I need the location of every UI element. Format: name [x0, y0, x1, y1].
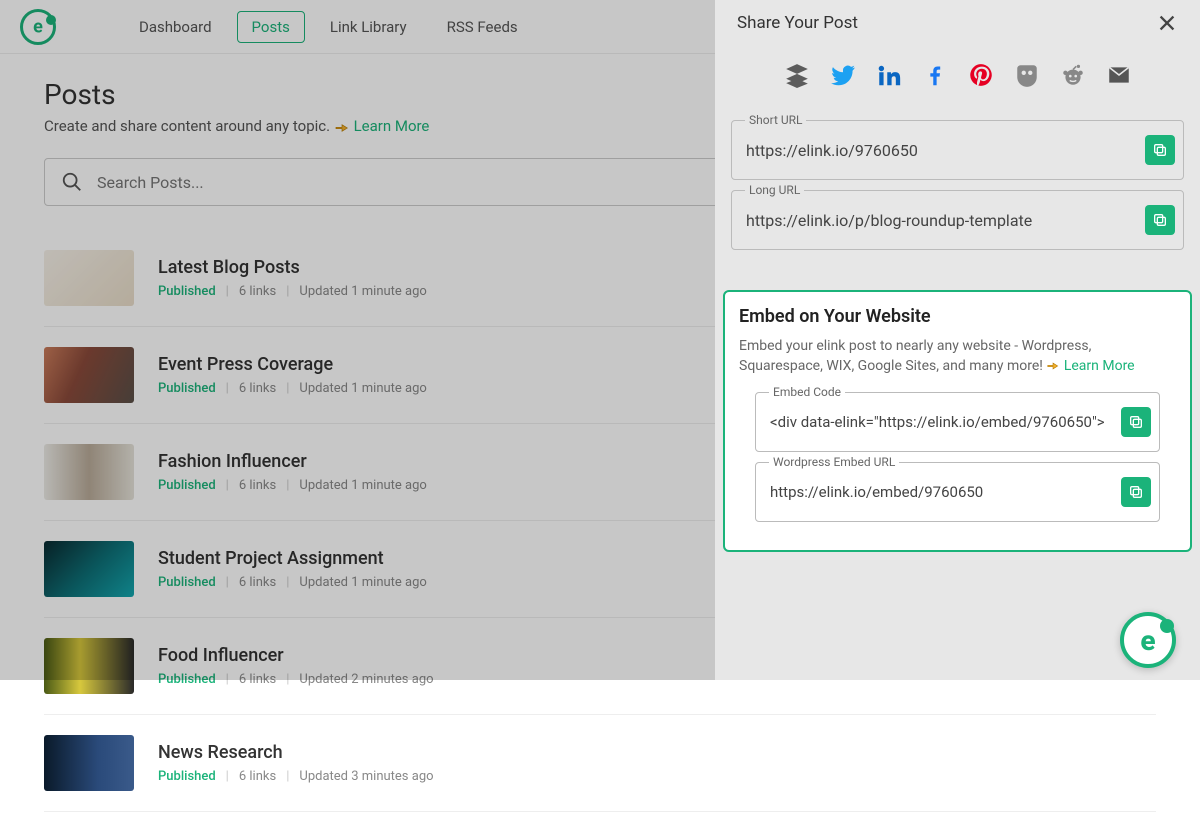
hootsuite-icon[interactable]	[1014, 62, 1040, 92]
share-panel: Share Your Post Short URL https://elink.…	[715, 0, 1200, 680]
post-status: Published	[158, 769, 216, 784]
embed-code-label: Embed Code	[769, 385, 845, 399]
copy-long-url-button[interactable]	[1145, 205, 1175, 235]
post-title: News Research	[158, 742, 1156, 763]
pointing-hand-icon	[1046, 358, 1060, 374]
embed-code-block: Embed Code <div data-elink="https://elin…	[755, 392, 1160, 452]
wp-url-value: https://elink.io/embed/9760650	[770, 483, 1111, 501]
copy-icon	[1128, 484, 1144, 500]
long-url-label: Long URL	[745, 183, 804, 197]
wp-url-block: Wordpress Embed URL https://elink.io/emb…	[755, 462, 1160, 522]
help-fab[interactable]: e	[1120, 612, 1176, 668]
embed-learn-more-link[interactable]: Learn More	[1064, 358, 1135, 374]
wp-url-label: Wordpress Embed URL	[769, 455, 899, 469]
reddit-icon[interactable]	[1060, 62, 1086, 92]
pinterest-icon[interactable]	[968, 62, 994, 92]
share-panel-title: Share Your Post	[737, 13, 858, 33]
post-body: News Research Published|6 links|Updated 3…	[158, 742, 1156, 784]
copy-icon	[1152, 142, 1168, 158]
embed-code-value: <div data-elink="https://elink.io/embed/…	[770, 413, 1111, 431]
linkedin-icon[interactable]	[876, 62, 902, 92]
copy-icon	[1128, 414, 1144, 430]
embed-card: Embed on Your Website Embed your elink p…	[723, 290, 1192, 552]
embed-desc-text: Embed your elink post to nearly any webs…	[739, 338, 1091, 374]
short-url-block: Short URL https://elink.io/9760650	[731, 120, 1184, 180]
post-links-count: 6 links	[239, 769, 276, 784]
short-url-value: https://elink.io/9760650	[746, 141, 1135, 160]
twitter-icon[interactable]	[830, 62, 856, 92]
post-thumbnail	[44, 735, 134, 791]
close-icon[interactable]	[1156, 12, 1178, 34]
copy-wp-url-button[interactable]	[1121, 477, 1151, 507]
embed-card-title: Embed on Your Website	[739, 306, 1176, 327]
facebook-icon[interactable]	[922, 62, 948, 92]
email-icon[interactable]	[1106, 62, 1132, 92]
post-updated: Updated 3 minutes ago	[299, 769, 433, 784]
buffer-icon[interactable]	[784, 62, 810, 92]
copy-icon	[1152, 212, 1168, 228]
long-url-value: https://elink.io/p/blog-roundup-template	[746, 211, 1135, 230]
copy-embed-code-button[interactable]	[1121, 407, 1151, 437]
share-panel-header: Share Your Post	[715, 0, 1200, 42]
post-row[interactable]: News Research Published|6 links|Updated 3…	[44, 715, 1156, 812]
post-meta: Published|6 links|Updated 3 minutes ago	[158, 769, 1156, 784]
social-icons-row	[715, 42, 1200, 110]
long-url-block: Long URL https://elink.io/p/blog-roundup…	[731, 190, 1184, 250]
short-url-label: Short URL	[745, 113, 806, 127]
embed-card-desc: Embed your elink post to nearly any webs…	[739, 337, 1176, 376]
copy-short-url-button[interactable]	[1145, 135, 1175, 165]
